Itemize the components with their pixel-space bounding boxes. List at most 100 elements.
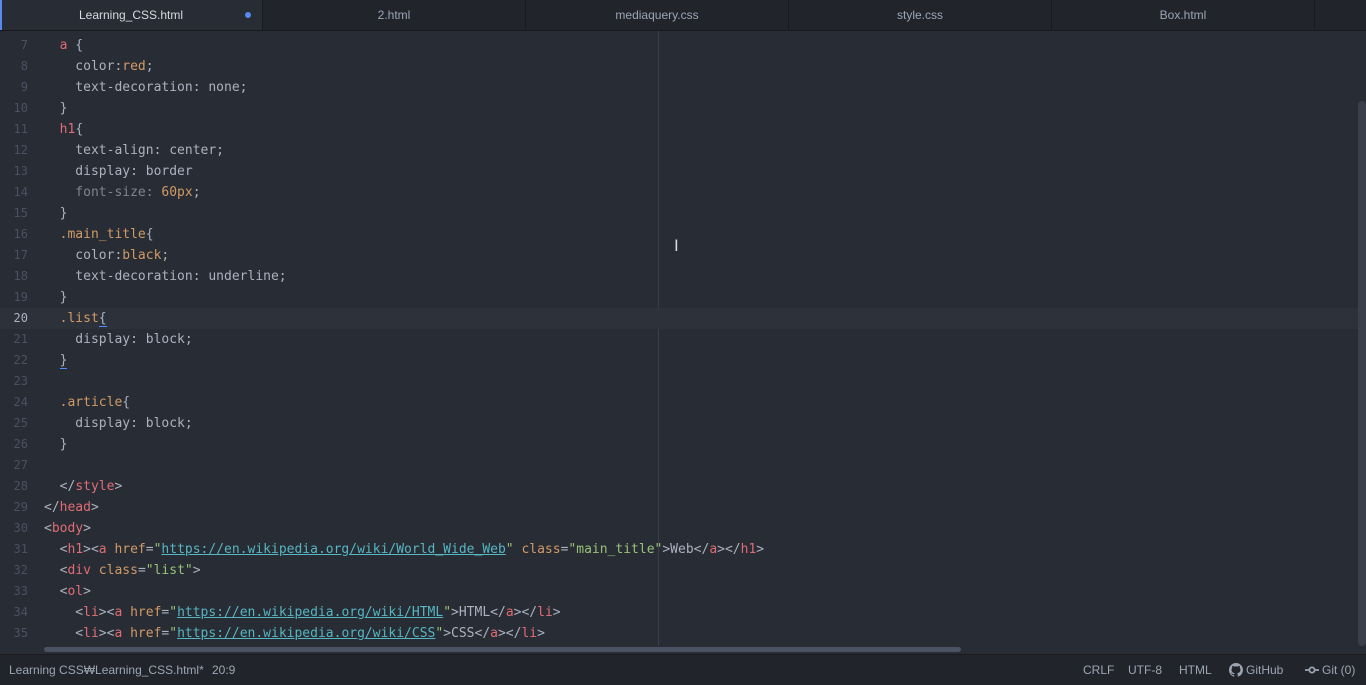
code-token: < [44, 563, 68, 578]
code-token: >HTML</ [451, 605, 506, 620]
code-token: ></ [717, 542, 741, 557]
line-number: 22 [13, 353, 28, 367]
code-line[interactable]: 18 text-decoration: underline; [0, 266, 1366, 287]
code-line[interactable]: 10 } [0, 98, 1366, 119]
line-number: 7 [20, 38, 28, 52]
code-line[interactable]: 31 <h1><a href="https://en.wikipedia.org… [0, 539, 1366, 560]
code-line[interactable]: 15 } [0, 203, 1366, 224]
code-line[interactable]: 33 <ol> [0, 581, 1366, 602]
code-line[interactable]: 27 [0, 455, 1366, 476]
line-ending-selector[interactable]: CRLF [1083, 655, 1114, 685]
horizontal-scrollbar[interactable] [44, 647, 961, 652]
code-token: a [490, 626, 498, 641]
code-line[interactable]: 20 .list{ [0, 308, 1366, 329]
code-line[interactable]: 9 text-decoration: none; [0, 77, 1366, 98]
code-token: = [137, 563, 146, 578]
line-number: 30 [13, 521, 28, 535]
file-path[interactable]: Learning CSS₩Learning_CSS.html* [9, 655, 204, 685]
code-token: "list" [145, 563, 193, 578]
code-editor[interactable]: 7 a {8 color:red; 9 text-decoration: none… [0, 31, 1366, 654]
cursor-position[interactable]: 20:9 [212, 655, 235, 685]
tab-learning-css-html[interactable]: Learning_CSS.html [0, 0, 263, 30]
code-line[interactable]: 14 font-size: 60px; [0, 182, 1366, 203]
code-token: >< [83, 542, 99, 557]
code-token: .list [59, 311, 99, 326]
code-text: h1{ [44, 119, 83, 140]
text-cursor-icon: I [674, 236, 679, 255]
line-number: 31 [13, 542, 28, 556]
code-token: ></ [513, 605, 538, 620]
code-line[interactable]: 28 </style> [0, 476, 1366, 497]
tab-label: 2.html [377, 8, 411, 22]
grammar-selector[interactable]: HTML [1179, 655, 1212, 685]
code-lines: 7 a {8 color:red; 9 text-decoration: none… [0, 35, 1366, 644]
line-number: 8 [20, 59, 28, 73]
code-token: text-align: center; [44, 143, 225, 158]
code-text: <body> [44, 518, 91, 539]
git-button[interactable]: Git (0) [1305, 655, 1355, 685]
tab-2-html[interactable]: 2.html [263, 0, 526, 30]
code-token: >< [98, 626, 115, 641]
code-line[interactable]: 22 } [0, 350, 1366, 371]
code-line[interactable]: 19 } [0, 287, 1366, 308]
code-line[interactable]: 7 a { [0, 35, 1366, 56]
code-token: " [505, 542, 514, 557]
code-line[interactable]: 17 color:black; [0, 245, 1366, 266]
code-token: color: [44, 59, 123, 74]
line-number: 27 [13, 458, 28, 472]
tab-bar: Learning_CSS.html 2.html mediaquery.css … [0, 0, 1366, 31]
code-token: = [145, 542, 154, 557]
code-text: <div class="list"> [44, 560, 201, 581]
code-token: li [537, 605, 553, 620]
code-line[interactable]: 8 color:red; [0, 56, 1366, 77]
code-line[interactable]: 30 <body> [0, 518, 1366, 539]
code-line[interactable]: 21 display: block; [0, 329, 1366, 350]
code-line[interactable]: 16 .main_title{ [0, 224, 1366, 245]
line-number: 11 [13, 122, 28, 136]
code-token: < [44, 584, 68, 599]
code-token: h1 [740, 542, 757, 557]
code-token: ; [145, 59, 154, 74]
github-label: GitHub [1246, 663, 1284, 677]
code-line[interactable]: 32 <div class="list"> [0, 560, 1366, 581]
tab-box-html[interactable]: Box.html [1052, 0, 1315, 30]
github-icon [1229, 663, 1243, 677]
code-text: color:black; [44, 245, 169, 266]
line-number: 20 [13, 311, 28, 325]
code-line[interactable]: 23 [0, 371, 1366, 392]
code-text: text-align: center; [44, 140, 224, 161]
line-number: 33 [13, 584, 28, 598]
code-line[interactable]: 11 h1{ [0, 119, 1366, 140]
tab-mediaquery-css[interactable]: mediaquery.css [526, 0, 789, 30]
code-token: ; [192, 185, 201, 200]
code-token: .main_title [59, 227, 146, 242]
code-text: a { [44, 35, 83, 56]
code-token: > [114, 479, 123, 494]
code-text: } [44, 287, 68, 308]
code-token: > [756, 542, 765, 557]
line-number: 13 [13, 164, 28, 178]
code-line[interactable]: 13 display: border [0, 161, 1366, 182]
line-number: 14 [13, 185, 28, 199]
code-token: href [122, 626, 162, 641]
code-token: " [443, 605, 452, 620]
code-line[interactable]: 35 <li><a href="https://en.wikipedia.org… [0, 623, 1366, 644]
code-token: href [106, 542, 146, 557]
vertical-scrollbar[interactable] [1358, 101, 1366, 646]
line-number: 23 [13, 374, 28, 388]
code-text: <h1><a href="https://en.wikipedia.org/wi… [44, 539, 764, 560]
code-line[interactable]: 34 <li><a href="https://en.wikipedia.org… [0, 602, 1366, 623]
code-line[interactable]: 26 } [0, 434, 1366, 455]
code-line[interactable]: 25 display: block; [0, 413, 1366, 434]
code-text: color:red; [44, 56, 154, 77]
code-text: text-decoration: underline; [44, 266, 286, 287]
code-line[interactable]: 12 text-align: center; [0, 140, 1366, 161]
encoding-selector[interactable]: UTF-8 [1128, 655, 1162, 685]
code-token: } [44, 290, 68, 305]
code-line[interactable]: 29 </head> [0, 497, 1366, 518]
tab-style-css[interactable]: style.css [789, 0, 1052, 30]
code-line[interactable]: 24 .article{ [0, 392, 1366, 413]
github-button[interactable]: GitHub [1229, 655, 1283, 685]
